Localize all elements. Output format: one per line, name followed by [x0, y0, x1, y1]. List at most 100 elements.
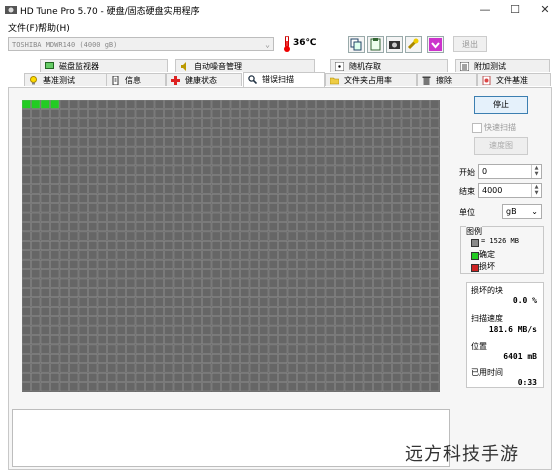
scan-block — [382, 193, 392, 203]
copy-info-button[interactable] — [348, 36, 365, 53]
scan-block — [268, 128, 278, 137]
tab-extra-tests[interactable]: 附加测试 — [455, 59, 550, 72]
scan-block — [382, 203, 392, 213]
trash-icon — [422, 76, 431, 85]
tab-disk-monitor[interactable]: 磁盘监视器 — [40, 59, 168, 72]
tab-error-scan[interactable]: 错误扫描 — [243, 72, 325, 87]
stop-button[interactable]: 停止 — [474, 96, 528, 114]
scan-block — [373, 278, 383, 288]
scan-block — [240, 250, 250, 260]
scan-block — [335, 193, 345, 203]
scan-block — [230, 203, 240, 213]
scan-block — [230, 156, 240, 166]
spin-arrows-icon[interactable]: ▲ ▼ — [531, 184, 541, 197]
scan-block — [230, 137, 240, 147]
scan-block — [392, 222, 402, 232]
scan-block — [50, 231, 60, 241]
scan-block — [278, 109, 288, 119]
minimize-button[interactable]: — — [470, 0, 500, 20]
scan-block — [373, 335, 383, 345]
scan-block — [278, 175, 288, 184]
scan-block — [287, 241, 297, 250]
speed-map-button[interactable]: 速度图 — [474, 137, 528, 155]
menu-file[interactable]: 文件(F) — [8, 21, 38, 34]
scan-block — [192, 372, 202, 382]
scan-block — [411, 335, 421, 345]
scan-block — [411, 288, 421, 298]
save-button[interactable] — [427, 36, 444, 53]
scan-block — [183, 278, 193, 288]
start-input[interactable]: 0 ▲ ▼ — [478, 164, 542, 179]
scan-block — [221, 184, 231, 194]
end-input[interactable]: 4000 ▲ ▼ — [478, 183, 542, 198]
scan-block — [145, 165, 155, 175]
scan-block — [354, 175, 364, 184]
tab-random-access[interactable]: 随机存取 — [330, 59, 448, 72]
scan-block — [107, 165, 117, 175]
spin-arrows-icon[interactable]: ▲ ▼ — [531, 165, 541, 178]
scan-block — [154, 259, 164, 269]
log-output[interactable] — [12, 409, 450, 467]
scan-block — [59, 212, 69, 222]
tab-info[interactable]: 信息 — [106, 73, 166, 86]
drive-select[interactable]: TOSHIBA MDWR140 (4000 gB) ⌄ — [8, 37, 274, 51]
tab-benchmark[interactable]: 基准测试 — [24, 73, 112, 86]
scan-block — [249, 100, 259, 109]
scan-block — [116, 203, 126, 213]
scan-block — [259, 250, 269, 260]
scan-block — [306, 137, 316, 147]
scan-block — [249, 231, 259, 241]
scan-block — [297, 175, 307, 184]
copy-screenshot-button[interactable] — [367, 36, 384, 53]
scan-block — [344, 222, 354, 232]
scan-block — [316, 109, 326, 119]
scan-block — [287, 222, 297, 232]
scan-block — [344, 288, 354, 298]
speaker-icon — [181, 62, 186, 71]
scan-block — [335, 184, 345, 194]
scan-block — [420, 222, 430, 232]
scan-block — [363, 278, 373, 288]
scan-block — [107, 354, 117, 363]
screenshot-button[interactable] — [386, 36, 403, 53]
scan-block — [287, 250, 297, 260]
scan-block — [297, 100, 307, 109]
options-button[interactable] — [405, 36, 422, 53]
scan-block — [392, 363, 402, 373]
maximize-button[interactable]: ☐ — [500, 0, 530, 20]
close-button[interactable]: ✕ — [530, 0, 560, 20]
scan-block — [278, 156, 288, 166]
scan-block — [249, 146, 259, 156]
exit-button[interactable]: 退出 — [453, 36, 487, 52]
scan-block — [335, 146, 345, 156]
scan-block — [69, 269, 79, 279]
tab-aam[interactable]: 自动噪音管理 — [175, 59, 315, 72]
scan-block — [240, 288, 250, 298]
quick-scan-checkbox[interactable]: 快速扫描 — [472, 122, 516, 133]
scan-block — [97, 363, 107, 373]
tab-label: 健康状态 — [185, 76, 217, 85]
scan-block — [31, 382, 41, 392]
scan-block — [173, 382, 183, 392]
scan-block — [354, 288, 364, 298]
scan-block — [126, 165, 136, 175]
scan-block — [164, 297, 174, 307]
scan-block — [297, 212, 307, 222]
tab-health[interactable]: 健康状态 — [166, 73, 242, 86]
scan-block — [50, 307, 60, 316]
scan-block — [97, 316, 107, 326]
scan-block — [325, 250, 335, 260]
tab-folder-usage[interactable]: 文件夹占用率 — [325, 73, 417, 86]
scan-block — [164, 156, 174, 166]
tab-erase[interactable]: 擦除 — [417, 73, 477, 86]
unit-select[interactable]: gB ⌄ — [502, 204, 542, 219]
scan-block — [22, 288, 31, 298]
tab-file-benchmark[interactable]: 文件基准 — [477, 73, 551, 86]
scan-block — [135, 288, 145, 298]
menu-help[interactable]: 帮助(H) — [38, 21, 70, 34]
scan-block — [116, 212, 126, 222]
scan-block — [40, 382, 50, 392]
scan-block — [306, 100, 316, 109]
scan-block — [335, 212, 345, 222]
scan-block — [88, 175, 98, 184]
